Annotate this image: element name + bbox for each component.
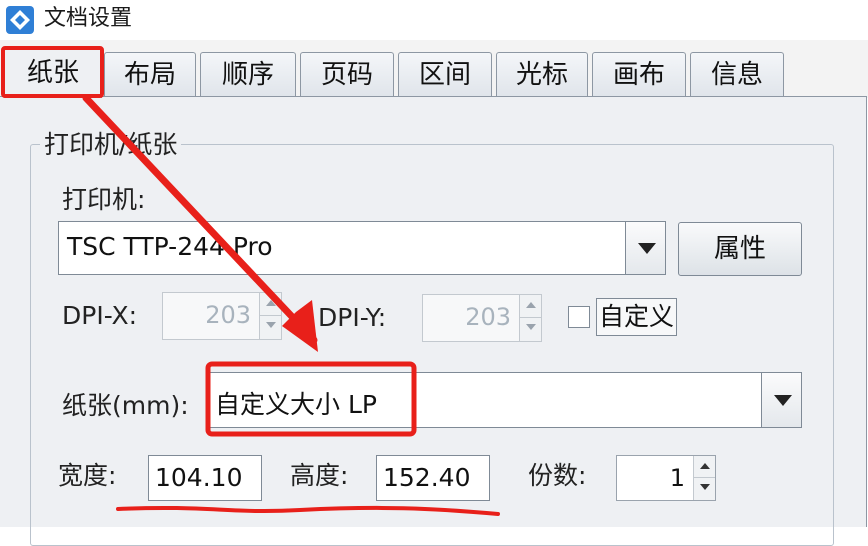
dpi-x-value: 203 (205, 301, 251, 329)
printer-select[interactable]: TSC TTP-244 Pro (58, 221, 666, 275)
spinner-up-icon[interactable] (259, 293, 281, 316)
width-label: 宽度: (58, 461, 117, 490)
chevron-down-icon[interactable] (625, 222, 665, 274)
width-input[interactable]: 104.10 (148, 455, 262, 501)
group-title: 打印机/纸张 (40, 128, 182, 162)
dpi-y-spinner[interactable]: 203 (422, 294, 542, 342)
spinner-down-icon[interactable] (519, 318, 541, 341)
window-title: 文档设置 (44, 6, 133, 31)
printer-label: 打印机: (62, 185, 146, 214)
paper-value: 自定义大小 LP (215, 390, 377, 419)
custom-dpi-checkbox[interactable] (568, 306, 590, 328)
dpi-x-spinner[interactable]: 203 (162, 292, 282, 340)
tab-range[interactable]: 区间 (398, 52, 492, 98)
spinner-down-icon[interactable] (693, 478, 715, 500)
tab-highlight-box (1, 46, 104, 98)
dpi-y-label: DPI-Y: (318, 303, 387, 332)
chevron-down-icon[interactable] (761, 373, 801, 427)
spinner-up-icon[interactable] (693, 456, 715, 478)
custom-dpi-label[interactable]: 自定义 (596, 298, 678, 336)
properties-button[interactable]: 属性 (678, 222, 802, 276)
dpi-y-value: 203 (465, 303, 511, 331)
tab-layout[interactable]: 布局 (104, 52, 196, 98)
tab-info[interactable]: 信息 (690, 52, 784, 98)
spinner-down-icon[interactable] (259, 316, 281, 339)
height-input[interactable]: 152.40 (376, 455, 490, 501)
tab-page-number[interactable]: 页码 (300, 52, 394, 98)
tab-cursor[interactable]: 光标 (496, 52, 588, 98)
app-logo-icon (6, 6, 34, 34)
title-bar: 文档设置 (0, 0, 868, 40)
paper-label: 纸张(mm): (62, 391, 189, 420)
copies-label: 份数: (528, 461, 587, 490)
copies-spinner[interactable]: 1 (616, 455, 716, 501)
copies-value: 1 (669, 464, 685, 492)
paper-select[interactable]: 自定义大小 LP (206, 372, 802, 428)
tab-canvas[interactable]: 画布 (592, 52, 686, 98)
height-label: 高度: (290, 461, 349, 490)
tab-order[interactable]: 顺序 (200, 52, 296, 98)
dpi-x-label: DPI-X: (62, 301, 138, 330)
spinner-up-icon[interactable] (519, 295, 541, 318)
printer-value: TSC TTP-244 Pro (67, 232, 273, 261)
